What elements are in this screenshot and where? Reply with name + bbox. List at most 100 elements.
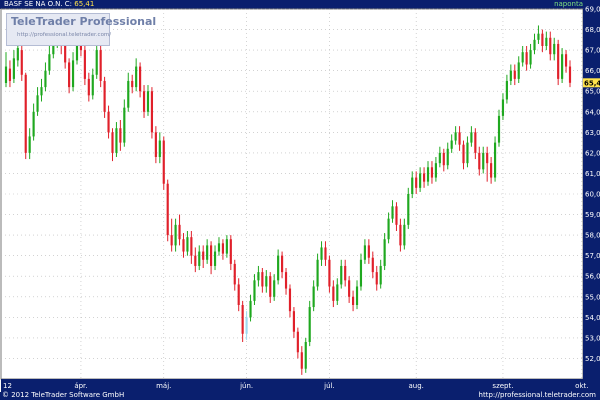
candle-body xyxy=(391,206,394,219)
candle-body xyxy=(265,276,268,287)
x-tick-label: aug. xyxy=(408,382,423,390)
candle-body xyxy=(36,95,39,112)
candle-body xyxy=(407,194,410,225)
y-tick-label: 55,00 xyxy=(585,293,600,301)
candle-body xyxy=(308,307,311,342)
candle-body xyxy=(68,62,71,88)
candle-body xyxy=(292,311,296,332)
footer-url[interactable]: http://professional.teletrader.com xyxy=(479,390,596,401)
last-price-tag: 65,41 xyxy=(583,78,600,88)
candle-body xyxy=(367,245,370,258)
candle-body xyxy=(336,284,339,301)
candle-body xyxy=(178,224,181,240)
candle-body xyxy=(300,352,303,369)
candle-body xyxy=(146,91,150,112)
y-tick-label: 52,00 xyxy=(585,355,600,363)
candle-body xyxy=(210,245,213,266)
candle-body xyxy=(340,265,343,285)
candle-body xyxy=(225,239,228,254)
candle-body xyxy=(119,128,122,143)
candle-body xyxy=(351,296,355,305)
candle-body xyxy=(446,148,449,166)
candle-body xyxy=(4,66,8,83)
candle-body xyxy=(478,152,481,170)
candle-body xyxy=(454,132,457,141)
x-tick-label: júl. xyxy=(323,382,335,390)
candle-body xyxy=(269,276,272,297)
candle-body xyxy=(71,60,75,88)
candle-body xyxy=(166,183,169,236)
candle-body xyxy=(190,237,193,256)
candle-body xyxy=(517,62,520,79)
candle-body xyxy=(32,111,35,137)
candlestick-chart[interactable]: 52,00 53,00 54,00 55,00 56,00 57,00 58,00 59,00… xyxy=(0,0,600,400)
y-tick-label: 64,00 xyxy=(585,108,600,116)
candle-body xyxy=(186,237,189,252)
candle-body xyxy=(450,140,453,149)
candle-body xyxy=(115,128,118,153)
candle-body xyxy=(344,265,347,281)
candle-body xyxy=(91,74,94,96)
candle-body xyxy=(387,218,390,240)
candle-body xyxy=(557,43,560,79)
candle-body xyxy=(482,152,485,170)
candle-body xyxy=(438,152,441,164)
candle-body xyxy=(107,111,110,133)
candle-body xyxy=(213,251,217,266)
candle-body xyxy=(348,280,351,297)
status-bar: © 2012 TeleTrader Software GmbH http://p… xyxy=(0,390,600,401)
x-tick-label: okt. xyxy=(575,382,588,390)
y-tick-label: 53,00 xyxy=(585,334,600,342)
candle-body xyxy=(123,107,126,143)
candle-body xyxy=(206,245,209,260)
candle-body xyxy=(139,66,142,92)
candle-body xyxy=(470,132,473,143)
candle-body xyxy=(245,317,248,334)
candle-body xyxy=(328,259,331,287)
candle-body xyxy=(513,70,516,79)
candle-body xyxy=(434,163,437,178)
candle-body xyxy=(296,331,299,353)
candle-body xyxy=(217,243,221,252)
candle-body xyxy=(324,247,327,260)
candle-body xyxy=(158,140,161,157)
candle-body xyxy=(304,342,307,369)
candle-body xyxy=(273,280,276,297)
candle-body xyxy=(371,257,374,273)
candle-body xyxy=(99,50,102,81)
candle-body xyxy=(316,259,319,287)
candle-body xyxy=(111,132,114,153)
y-tick-label: 65,00 xyxy=(585,88,600,96)
candle-body xyxy=(221,243,225,254)
candle-body xyxy=(332,286,335,301)
candle-body xyxy=(458,132,461,145)
x-tick-label: máj. xyxy=(156,382,171,390)
candle-body xyxy=(355,286,359,305)
candle-body xyxy=(135,66,138,88)
candle-body xyxy=(525,52,528,65)
candle-body xyxy=(202,251,205,260)
x-tick-label: jún. xyxy=(239,382,253,390)
candle-body xyxy=(48,54,51,71)
x-tick-label: szept. xyxy=(492,382,513,390)
x-tick-label: 12 xyxy=(3,382,12,390)
candle-body xyxy=(28,136,31,153)
candle-body xyxy=(253,280,256,301)
candle-body xyxy=(64,46,67,63)
candle-body xyxy=(363,245,366,260)
candle-body xyxy=(379,265,382,285)
y-tick-label: 62,00 xyxy=(585,149,600,157)
candle-body xyxy=(490,163,493,178)
candle-body xyxy=(241,305,244,334)
candle-body xyxy=(430,167,434,178)
candle-body xyxy=(182,239,185,252)
candle-body xyxy=(280,255,284,273)
candle-body xyxy=(131,80,134,88)
candle-body xyxy=(103,80,106,112)
candle-body xyxy=(16,48,19,61)
candle-body xyxy=(249,300,252,318)
candle-body xyxy=(497,115,501,143)
candle-body xyxy=(462,144,465,164)
candle-body xyxy=(142,91,146,112)
candle-body xyxy=(40,87,43,96)
